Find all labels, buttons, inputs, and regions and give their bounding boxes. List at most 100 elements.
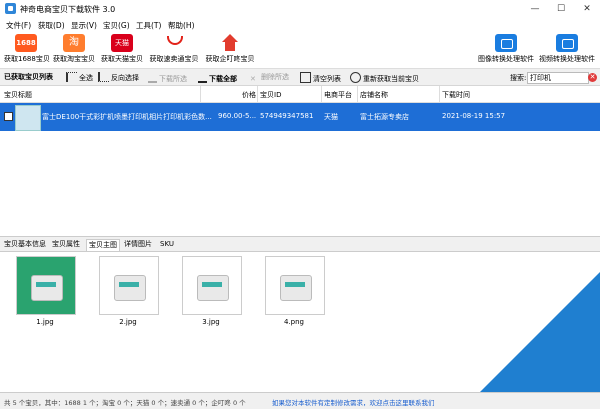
menu-tools[interactable]: 工具(T) [136, 20, 161, 31]
cell-id: 574949347581 [260, 112, 314, 120]
download-all-label: 下载全部 [209, 75, 237, 83]
menu-bar: 文件(F) 获取(D) 显示(V) 宝贝(G) 工具(T) 帮助(H) [0, 18, 600, 32]
cell-price: 960.00-5... [218, 112, 257, 120]
cell-title: 富士DE100干式彩扩机喷墨打印机相片打印机彩色数... [42, 113, 212, 121]
title-bar: 神奇电商宝贝下载软件 3.0 — ☐ ✕ [0, 0, 600, 19]
tab-attributes[interactable]: 宝贝属性 [50, 239, 82, 250]
maximize-button[interactable]: ☐ [548, 0, 574, 18]
column-divider [439, 86, 440, 102]
fetch-taobao-button[interactable]: 淘 获取淘宝宝贝 [52, 34, 96, 66]
image-thumbnail [16, 256, 76, 315]
fetch-tmall-button[interactable]: 天猫 获取天猫宝贝 [100, 34, 144, 66]
table-row[interactable]: 富士DE100干式彩扩机喷墨打印机相片打印机彩色数... 960.00-5...… [0, 103, 600, 131]
clear-icon [300, 72, 311, 83]
printer-image [197, 275, 229, 301]
menu-file[interactable]: 文件(F) [6, 20, 31, 31]
video-convert-label: 视频转换处理软件 [539, 55, 595, 63]
tab-detail-images[interactable]: 详情图片 [122, 239, 154, 250]
minimize-button[interactable]: — [522, 0, 548, 18]
delete-x-icon: ✕ [250, 75, 256, 83]
status-bar: 共 5 个宝贝，其中：1688 1 个；淘宝 0 个；天猫 0 个；速卖通 0 … [0, 392, 600, 409]
invert-selection-label: 反向选择 [111, 74, 139, 82]
image-thumbnail [265, 256, 325, 315]
detail-tabs: 宝贝基本信息 宝贝属性 宝贝主图 详情图片 SKU [0, 239, 600, 252]
image-filename: 2.jpg [119, 318, 137, 326]
contact-link[interactable]: 如果您对本软件有定制修改需求，欢迎点击这里联系我们 [272, 397, 435, 407]
clear-list-label: 清空列表 [313, 75, 341, 83]
image-filename: 3.jpg [202, 318, 220, 326]
row-checkbox[interactable] [4, 112, 13, 121]
product-thumbnail [15, 105, 41, 131]
cell-platform: 天猫 [324, 113, 338, 121]
app-icon [5, 3, 16, 14]
image-filename: 4.png [283, 318, 304, 326]
printer-image [114, 275, 146, 301]
main-toolbar: 1688 获取1688宝贝 淘 获取淘宝宝贝 天猫 获取天猫宝贝 获取速卖通宝贝… [0, 32, 600, 69]
video-convert-icon [556, 34, 578, 52]
fetch-taobao-label: 获取淘宝宝贝 [53, 55, 95, 63]
image-item[interactable]: 1.jpg [16, 256, 76, 326]
refetch-label: 重新获取当前宝贝 [363, 75, 419, 83]
cell-shop: 富士拓源专卖店 [360, 113, 409, 121]
table-header: 宝贝标题 价格 宝贝ID 电商平台 店铺名称 下载时间 [0, 86, 600, 103]
invert-selection-button[interactable]: 反向选择 [98, 72, 139, 83]
image-item[interactable]: 2.jpg [99, 256, 159, 326]
column-header-id[interactable]: 宝贝ID [260, 90, 281, 100]
column-header-platform[interactable]: 电商平台 [324, 90, 352, 100]
column-header-title[interactable]: 宝贝标题 [4, 90, 32, 100]
1688-icon: 1688 [15, 34, 37, 52]
list-icon [98, 72, 109, 82]
printer-image [31, 275, 63, 301]
image-convert-button[interactable]: 图像转换处理软件 [478, 34, 534, 66]
column-header-price[interactable]: 价格 [242, 90, 256, 100]
clear-search-icon[interactable]: ✕ [588, 73, 597, 82]
video-convert-button[interactable]: 视频转换处理软件 [538, 34, 596, 66]
fetch-tmall-label: 获取天猫宝贝 [101, 55, 143, 63]
column-header-time[interactable]: 下载时间 [442, 90, 470, 100]
close-button[interactable]: ✕ [574, 0, 600, 18]
cell-time: 2021-08-19 15:57 [442, 112, 506, 120]
goods-table: 宝贝标题 价格 宝贝ID 电商平台 店铺名称 下载时间 富士DE100干式彩扩机… [0, 86, 600, 237]
image-item[interactable]: 3.jpg [182, 256, 242, 326]
list-section-title: 已获取宝贝列表 [4, 73, 53, 81]
search-label: 搜索: [510, 74, 527, 82]
column-divider [257, 86, 258, 102]
menu-help[interactable]: 帮助(H) [168, 20, 195, 31]
column-header-shop[interactable]: 店铺名称 [360, 90, 388, 100]
status-counts: 共 5 个宝贝，其中：1688 1 个；淘宝 0 个；天猫 0 个；速卖通 0 … [4, 399, 246, 407]
printer-image [280, 275, 312, 301]
image-item[interactable]: 4.png [265, 256, 325, 326]
refetch-button[interactable]: 重新获取当前宝贝 [350, 72, 419, 84]
column-divider [321, 86, 322, 102]
menu-fetch[interactable]: 获取(D) [38, 20, 65, 31]
search-input[interactable]: 打印机 [527, 72, 589, 84]
taobao-icon: 淘 [63, 34, 85, 52]
download-icon [198, 72, 207, 83]
select-all-button[interactable]: 全选 [66, 72, 93, 83]
aliexpress-icon [163, 34, 185, 52]
image-convert-label: 图像转换处理软件 [478, 55, 534, 63]
fetch-aliexpress-label: 获取速卖通宝贝 [149, 55, 199, 63]
tmall-icon: 天猫 [111, 34, 133, 52]
menu-goods[interactable]: 宝贝(G) [103, 20, 130, 31]
column-divider [200, 86, 201, 102]
delete-selected-label: 删除所选 [261, 73, 289, 81]
tab-main-images[interactable]: 宝贝主图 [86, 239, 120, 251]
fetch-aliexpress-button[interactable]: 获取速卖通宝贝 [148, 34, 200, 66]
window-title: 神奇电商宝贝下载软件 3.0 [20, 5, 116, 14]
action-bar: 已获取宝贝列表 全选 反向选择 下载所选 下载全部 ✕ 删除所选 清空列表 重新获… [0, 69, 600, 86]
tab-basic-info[interactable]: 宝贝基本信息 [2, 239, 48, 250]
refresh-icon [350, 72, 361, 83]
fetch-1688-button[interactable]: 1688 获取1688宝贝 [4, 34, 50, 66]
fetch-qidingdong-label: 获取企叮咚宝贝 [205, 55, 255, 63]
clear-list-button[interactable]: 清空列表 [300, 72, 341, 84]
tab-sku[interactable]: SKU [158, 239, 176, 250]
download-all-button[interactable]: 下载全部 [198, 72, 237, 84]
download-selected-label: 下载所选 [159, 75, 187, 83]
download-selected-button[interactable]: 下载所选 [148, 72, 187, 84]
delete-selected-button[interactable]: ✕ 删除所选 [250, 72, 289, 84]
menu-view[interactable]: 显示(V) [71, 20, 97, 31]
fetch-qidingdong-button[interactable]: 获取企叮咚宝贝 [204, 34, 256, 66]
checklist-icon [66, 72, 77, 82]
image-filename: 1.jpg [36, 318, 54, 326]
